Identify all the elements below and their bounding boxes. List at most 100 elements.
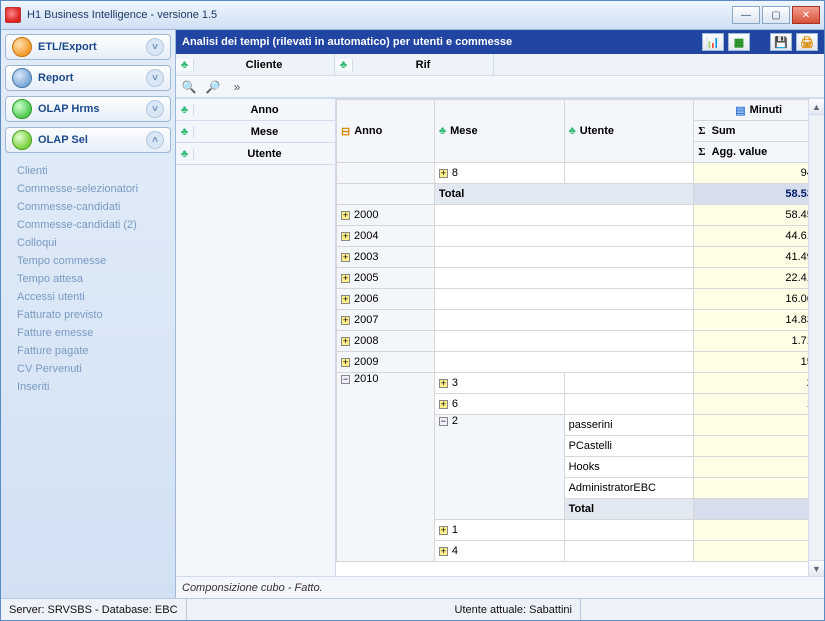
filter-label: Cliente [194,59,334,71]
expand-icon[interactable]: + [439,379,448,388]
hierarchy-icon: ♣ [176,126,194,138]
dim-utente[interactable]: ♣ Utente [176,143,335,165]
dim-anno[interactable]: ♣ Anno [176,99,335,121]
sub-commesse-selezionatori[interactable]: Commesse-selezionatori [17,180,171,198]
table-row-total[interactable]: Total58.537 [337,184,824,205]
save-button[interactable]: 💾 [770,33,792,51]
col-minuti-header: Minuti [750,104,782,116]
dim-label: Anno [194,104,335,116]
table-row[interactable]: +200341.490 [337,247,824,268]
footer-server: Server: SRVSBS - Database: EBC [1,599,187,620]
export-excel-button[interactable]: ▦ [728,33,750,51]
collapse-icon[interactable]: − [341,375,350,384]
status-bar: Componsizione cubo - Fatto. [176,576,824,598]
chevron-down-icon: ˅ [146,38,164,56]
data-grid[interactable]: ⊟Anno ♣Mese ♣Utente ▤ Minuti Σ Sum Σ Agg… [336,99,824,576]
filter-rif[interactable]: ♣ Rif [335,54,494,75]
box-icon [12,37,32,57]
nav-label: ETL/Export [38,41,97,53]
grid-area: ♣ Anno ♣ Mese ♣ Utente ⊟Anno [176,98,824,576]
hierarchy-icon: ♣ [176,104,194,116]
scroll-up-icon[interactable]: ▲ [809,99,824,115]
status-text: Componsizione cubo - Fatto. [182,582,323,594]
vertical-scrollbar[interactable]: ▲ ▼ [808,99,824,576]
minimize-button[interactable]: — [732,6,760,24]
col-sum-header: Sum [712,125,736,137]
table-row[interactable]: +8946 [337,163,824,184]
expand-icon[interactable]: + [439,169,448,178]
scroll-down-icon[interactable]: ▼ [809,560,824,576]
col-mese-header: Mese [450,125,478,137]
expand-icon[interactable]: + [341,316,350,325]
table-row[interactable]: −2010+328 [337,373,824,394]
sub-commesse-candidati-2[interactable]: Commesse-candidati (2) [17,216,171,234]
nav-etl-export[interactable]: ETL/Export ˅ [5,34,171,60]
maximize-button[interactable]: ▢ [762,6,790,24]
hierarchy-icon: ♣ [569,125,576,137]
dim-label: Mese [194,126,335,138]
sub-tempo-attesa[interactable]: Tempo attesa [17,270,171,288]
expand-icon[interactable]: + [341,358,350,367]
expand-icon[interactable]: + [439,400,448,409]
hierarchy-icon: ♣ [439,125,446,137]
content-header: Analisi dei tempi (rilevati in automatic… [176,30,824,54]
zoom-in-icon[interactable]: 🔍 [180,79,198,95]
sub-inseriti[interactable]: Inseriti [17,378,171,396]
nav-label: OLAP Hrms [38,103,100,115]
table-row[interactable]: +200444.612 [337,226,824,247]
filter-cliente[interactable]: ♣ Cliente [176,54,335,75]
expand-icon[interactable]: + [341,232,350,241]
col-anno-header: Anno [354,125,382,137]
nav-report[interactable]: Report ˅ [5,65,171,91]
globe-icon [12,130,32,150]
expand-icon[interactable]: + [341,295,350,304]
app-window: H1 Business Intelligence - versione 1.5 … [0,0,825,621]
nav-sublist: Clienti Commesse-selezionatori Commesse-… [5,158,171,396]
chevron-up-icon: ˄ [146,131,164,149]
sub-commesse-candidati[interactable]: Commesse-candidati [17,198,171,216]
table-row[interactable]: +20081.717 [337,331,824,352]
table-row[interactable]: +200714.836 [337,310,824,331]
more-icon[interactable]: » [228,79,246,95]
sub-cv-pervenuti[interactable]: CV Pervenuti [17,360,171,378]
sub-clienti[interactable]: Clienti [17,162,171,180]
main-panel: Analisi dei tempi (rilevati in automatic… [176,30,824,598]
footer-user: Utente attuale: Sabattini [447,599,581,620]
nav-olap-sel[interactable]: OLAP Sel ˄ [5,127,171,153]
expand-icon[interactable]: + [341,337,350,346]
dim-mese[interactable]: ♣ Mese [176,121,335,143]
print-button[interactable]: 🖨 [796,33,818,51]
window-title: H1 Business Intelligence - versione 1.5 [27,9,730,21]
sub-fatturato-previsto[interactable]: Fatturato previsto [17,306,171,324]
expand-icon[interactable]: + [439,526,448,535]
nav-olap-hrms[interactable]: OLAP Hrms ˅ [5,96,171,122]
expand-icon[interactable]: + [341,211,350,220]
zoom-out-icon[interactable]: 🔎 [204,79,222,95]
nav-label: Report [38,72,73,84]
col-utente-header: Utente [580,125,614,137]
dimension-column: ♣ Anno ♣ Mese ♣ Utente [176,99,336,576]
chevron-down-icon: ˅ [146,100,164,118]
collapse-icon[interactable]: − [439,417,448,426]
measure-icon: ▤ [735,104,745,117]
table-row[interactable]: +200616.060 [337,289,824,310]
chart-button[interactable]: 📊 [702,33,724,51]
expand-icon[interactable]: + [341,274,350,283]
app-icon [5,7,21,23]
table-row[interactable]: +200522.415 [337,268,824,289]
sub-accessi-utenti[interactable]: Accessi utenti [17,288,171,306]
table-row[interactable]: +2009152 [337,352,824,373]
table-row[interactable]: +200058.456 [337,205,824,226]
toolbar-row: 🔍 🔎 » [176,76,824,98]
globe-icon [12,99,32,119]
sub-tempo-commesse[interactable]: Tempo commesse [17,252,171,270]
close-button[interactable]: ✕ [792,6,820,24]
expand-icon[interactable]: + [439,547,448,556]
report-icon [12,68,32,88]
sidebar: ETL/Export ˅ Report ˅ OLAP Hrms ˅ OLAP S… [1,30,176,598]
sub-fatture-emesse[interactable]: Fatture emesse [17,324,171,342]
sub-fatture-pagate[interactable]: Fatture pagate [17,342,171,360]
hierarchy-icon: ♣ [176,59,194,71]
expand-icon[interactable]: + [341,253,350,262]
sub-colloqui[interactable]: Colloqui [17,234,171,252]
